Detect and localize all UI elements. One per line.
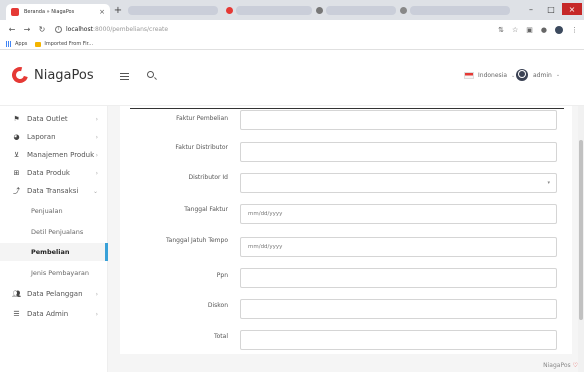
sidebar-item-data-pelanggan[interactable]: 👥︎ Data Pelanggan › (0, 285, 108, 303)
apps-icon (6, 41, 12, 47)
minimize-icon[interactable]: – (522, 3, 540, 15)
bookmarks-bar: Apps Imported From Fir... (0, 39, 584, 50)
chevron-down-icon: ⌄ (555, 72, 561, 78)
browser-tab-bar: Beranda » NiagaPos × + – □ × (0, 0, 584, 20)
distributor-id-label: Distributor Id (188, 174, 229, 181)
star-icon[interactable]: ☆ (512, 26, 518, 34)
profile-icon[interactable] (555, 25, 563, 34)
tab-close-icon[interactable]: × (99, 8, 105, 16)
tanggal-faktur-label: Tanggal Faktur (184, 206, 228, 213)
diskon-input[interactable] (240, 299, 557, 319)
close-window-icon[interactable]: × (562, 3, 582, 15)
blurred-tab[interactable] (326, 6, 396, 15)
logo-text: NiagaPos (34, 67, 94, 83)
browser-toolbar: ← → ↻ i localhost :8000/pembelians/creat… (0, 20, 584, 39)
gift-icon: ⊞ (13, 169, 20, 177)
blurred-tab[interactable] (128, 6, 218, 15)
address-bar[interactable]: i localhost :8000/pembelians/create (51, 23, 492, 37)
forward-icon[interactable]: → (21, 25, 33, 34)
faktur-distributor-input[interactable] (240, 142, 557, 162)
translate-icon[interactable]: ⇅ (498, 26, 504, 34)
sidebar-subitem-pembelian[interactable]: Pembelian (0, 243, 108, 261)
chevron-down-icon: ▾ (547, 180, 550, 186)
search-icon[interactable] (147, 71, 154, 78)
bookmark-apps[interactable]: Apps (15, 41, 27, 47)
line-chart-icon: ⤴ (13, 187, 20, 195)
tab-title: Beranda » NiagaPos (24, 9, 75, 15)
sidebar-item-label: Laporan (27, 133, 56, 141)
users-icon: 👥︎ (12, 290, 21, 298)
chevron-right-icon: › (95, 290, 98, 298)
faktur-pembelian-input[interactable] (240, 110, 557, 130)
url-path: :8000/pembelians/create (92, 26, 169, 33)
tanggal-jatuh-tempo-input[interactable]: mm/dd/yyyy (240, 237, 557, 257)
sidebar-item-data-transaksi[interactable]: ⤴ Data Transaksi ⌄ (0, 182, 108, 200)
hamburger-menu-icon[interactable] (120, 73, 129, 80)
url-host: localhost (66, 26, 93, 33)
chart-pie-icon: ◕ (13, 133, 20, 141)
language-selector[interactable]: Indonesia ⌄ (464, 72, 515, 79)
bookmark-imported[interactable]: Imported From Fir... (44, 41, 93, 47)
logo-icon (9, 64, 31, 86)
sidebar-item-label: Data Produk (27, 169, 70, 177)
sidebar-item-label: Data Admin (27, 310, 69, 318)
browser-tab[interactable]: Beranda » NiagaPos × (6, 4, 110, 20)
info-icon[interactable]: i (55, 26, 62, 33)
language-label: Indonesia (478, 72, 508, 79)
blurred-tab[interactable] (236, 6, 312, 15)
new-tab-button[interactable]: + (112, 5, 124, 17)
chevron-down-icon: ⌄ (92, 187, 98, 195)
flag-icon: ⚑ (13, 115, 20, 123)
sidebar-item-label: Data Transaksi (27, 187, 79, 195)
extension-icon[interactable]: ▣ (526, 26, 533, 34)
maximize-icon[interactable]: □ (542, 3, 560, 15)
cart-icon: ⊻ (13, 151, 20, 159)
sidebar-item-label: Manajemen Produk (27, 151, 95, 159)
tanggal-jatuh-tempo-label: Tanggal Jatuh Tempo (166, 237, 228, 244)
chevron-right-icon: › (95, 151, 98, 159)
form-divider (130, 108, 564, 109)
chevron-right-icon: › (95, 133, 98, 141)
user-avatar-icon (516, 69, 528, 81)
ppn-label: Ppn (216, 272, 228, 279)
user-menu[interactable]: admin ⌄ (516, 69, 560, 81)
chevron-down-icon: ⌄ (511, 72, 516, 79)
indonesia-flag-icon (464, 72, 474, 79)
ppn-input[interactable] (240, 268, 557, 288)
faktur-pembelian-label: Faktur Pembelian (176, 115, 228, 122)
total-label: Total (213, 333, 228, 340)
back-icon[interactable]: ← (6, 25, 18, 34)
tanggal-faktur-input[interactable]: mm/dd/yyyy (240, 204, 557, 224)
menu-dots-icon[interactable]: ⋮ (571, 26, 578, 34)
footer: NiagaPos ♡ (543, 362, 578, 369)
distributor-id-select[interactable]: ▾ (240, 173, 557, 193)
total-input[interactable] (240, 330, 557, 350)
footer-brand: NiagaPos (543, 362, 571, 369)
logo[interactable]: NiagaPos (9, 64, 94, 86)
blurred-tab-favicon-icon (316, 7, 323, 14)
record-icon[interactable]: ● (541, 26, 547, 34)
folder-icon (35, 41, 42, 47)
scrollbar-thumb[interactable] (579, 140, 583, 320)
app-header: NiagaPos Indonesia ⌄ admin ⌄ (0, 50, 584, 106)
list-icon: ☰ (13, 310, 20, 318)
faktur-distributor-label: Faktur Distributor (175, 144, 228, 151)
tab-favicon-icon (11, 8, 19, 16)
sidebar-item-label: Data Pelanggan (27, 290, 83, 298)
reload-icon[interactable]: ↻ (36, 25, 48, 34)
chevron-right-icon: › (95, 310, 98, 318)
user-name: admin (533, 71, 552, 79)
diskon-label: Diskon (207, 302, 228, 309)
blurred-tab-favicon-icon (400, 7, 407, 14)
sidebar-item-label: Data Outlet (27, 115, 68, 123)
blurred-tab[interactable] (410, 6, 510, 15)
blurred-tab-favicon-icon (226, 7, 233, 14)
